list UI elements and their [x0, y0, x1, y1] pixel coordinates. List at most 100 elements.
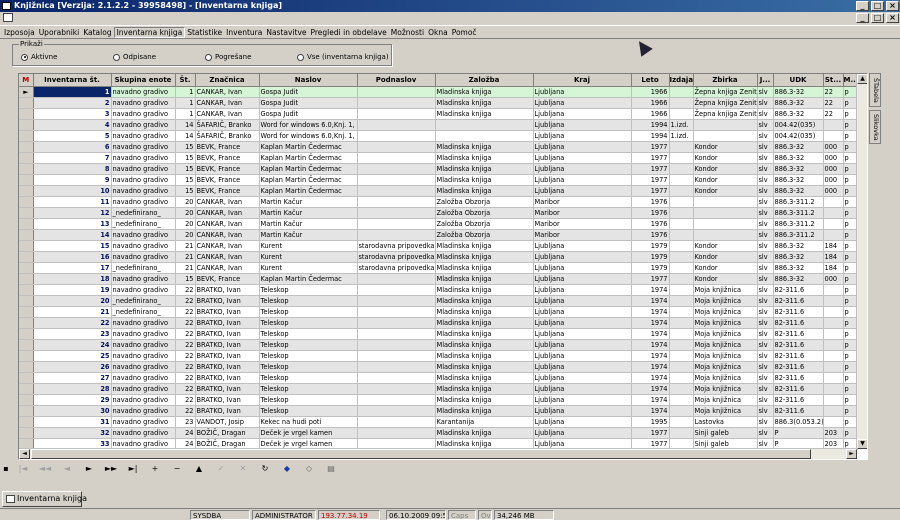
- table-cell[interactable]: BOŽIČ, Dragan: [195, 427, 260, 439]
- table-cell[interactable]: 000: [823, 152, 844, 164]
- table-cell[interactable]: BRATKO, Ivan: [195, 317, 260, 329]
- table-cell[interactable]: BEVK, France: [195, 273, 260, 285]
- table-cell[interactable]: CANKAR, Ivan: [195, 218, 260, 230]
- table-cell[interactable]: CANKAR, Ivan: [195, 86, 260, 98]
- table-cell[interactable]: Ljubljana: [533, 427, 632, 439]
- nav-button-5[interactable]: ►|: [122, 464, 144, 473]
- minimize-button[interactable]: _: [856, 1, 869, 11]
- table-cell[interactable]: 1974: [631, 306, 670, 318]
- table-cell[interactable]: Kaplan Martin Čedermac: [259, 163, 358, 175]
- table-cell[interactable]: 1977: [631, 152, 670, 164]
- row-indicator[interactable]: [19, 251, 34, 263]
- table-cell[interactable]: 22: [175, 372, 196, 384]
- table-cell[interactable]: 21: [175, 262, 196, 274]
- table-cell[interactable]: Moja knjižnica: [693, 295, 758, 307]
- table-cell[interactable]: navadno gradivo: [111, 97, 176, 109]
- table-cell[interactable]: p: [843, 405, 858, 417]
- table-cell[interactable]: [357, 86, 436, 98]
- table-cell[interactable]: [693, 229, 758, 241]
- table-cell[interactable]: Moja knjižnica: [693, 317, 758, 329]
- column-header[interactable]: Št.: [175, 74, 196, 87]
- table-cell[interactable]: Teleskop: [259, 284, 358, 296]
- table-cell[interactable]: slv: [757, 174, 774, 186]
- table-row[interactable]: 20 _nedefinirano_ 22 BRATKO, Ivan Teleskop Ml…: [19, 295, 858, 307]
- table-cell[interactable]: [669, 185, 694, 197]
- table-cell[interactable]: slv: [757, 317, 774, 329]
- nav-button-0[interactable]: |◄: [12, 464, 34, 473]
- table-cell[interactable]: 22: [175, 284, 196, 296]
- table-cell[interactable]: Ljubljana: [533, 317, 632, 329]
- table-cell[interactable]: [357, 218, 436, 230]
- table-cell[interactable]: p: [843, 229, 858, 241]
- table-cell[interactable]: BEVK, France: [195, 174, 260, 186]
- table-row[interactable]: 30 navadno gradivo 22 BRATKO, Ivan Teleskop M…: [19, 405, 858, 417]
- table-cell[interactable]: [823, 350, 844, 362]
- table-cell[interactable]: 4: [33, 119, 112, 131]
- table-cell[interactable]: 22: [175, 339, 196, 351]
- radio-odpisane[interactable]: Odpisane: [113, 53, 156, 61]
- table-cell[interactable]: BRATKO, Ivan: [195, 383, 260, 395]
- scroll-up-button[interactable]: ▲: [857, 74, 867, 84]
- table-cell[interactable]: p: [843, 372, 858, 384]
- table-cell[interactable]: Mladinska knjiga: [435, 284, 534, 296]
- table-row[interactable]: 13 _nedefinirano_ 20 CANKAR, Ivan Martin Kač…: [19, 218, 858, 230]
- table-cell[interactable]: BEVK, France: [195, 152, 260, 164]
- table-cell[interactable]: 886.3-311.2: [773, 207, 824, 219]
- menu-item-6[interactable]: Nastavitve: [264, 28, 308, 37]
- child-restore-button[interactable]: □: [871, 13, 884, 23]
- row-indicator[interactable]: [19, 262, 34, 274]
- table-cell[interactable]: p: [843, 251, 858, 263]
- table-cell[interactable]: 30: [33, 405, 112, 417]
- radio-aktivne[interactable]: Aktivne: [21, 53, 57, 61]
- table-cell[interactable]: Moja knjižnica: [693, 284, 758, 296]
- table-cell[interactable]: 82-311.6: [773, 284, 824, 296]
- table-cell[interactable]: BEVK, France: [195, 141, 260, 153]
- table-cell[interactable]: [823, 394, 844, 406]
- table-cell[interactable]: 13: [33, 218, 112, 230]
- table-cell[interactable]: navadno gradivo: [111, 383, 176, 395]
- table-cell[interactable]: 1: [33, 86, 112, 98]
- table-cell[interactable]: Založba Obzorja: [435, 196, 534, 208]
- table-cell[interactable]: [669, 218, 694, 230]
- table-cell[interactable]: p: [843, 119, 858, 131]
- table-cell[interactable]: 12: [33, 207, 112, 219]
- table-row[interactable]: 10 navadno gradivo 15 BEVK, France Kaplan Ma…: [19, 185, 858, 197]
- table-cell[interactable]: 31: [33, 416, 112, 428]
- table-cell[interactable]: 000: [823, 185, 844, 197]
- table-cell[interactable]: navadno gradivo: [111, 196, 176, 208]
- table-cell[interactable]: Martin Kačur: [259, 207, 358, 219]
- nav-button-3[interactable]: ►: [78, 464, 100, 473]
- table-cell[interactable]: BRATKO, Ivan: [195, 405, 260, 417]
- table-row[interactable]: 18 navadno gradivo 15 BEVK, France Kaplan Ma…: [19, 273, 858, 285]
- table-cell[interactable]: Mladinska knjiga: [435, 361, 534, 373]
- nav-button-8[interactable]: ▲: [188, 464, 210, 473]
- table-cell[interactable]: 22: [175, 306, 196, 318]
- table-cell[interactable]: Maribor: [533, 207, 632, 219]
- table-cell[interactable]: p: [843, 86, 858, 98]
- table-cell[interactable]: 1977: [631, 273, 670, 285]
- row-indicator[interactable]: [19, 196, 34, 208]
- table-cell[interactable]: navadno gradivo: [111, 229, 176, 241]
- table-cell[interactable]: 29: [33, 394, 112, 406]
- table-cell[interactable]: 886.3-311.2: [773, 218, 824, 230]
- table-row[interactable]: 28 navadno gradivo 22 BRATKO, Ivan Teleskop M…: [19, 383, 858, 395]
- table-cell[interactable]: [823, 405, 844, 417]
- table-cell[interactable]: slv: [757, 383, 774, 395]
- table-cell[interactable]: [435, 119, 534, 131]
- nav-button-1[interactable]: ◄◄: [34, 464, 56, 473]
- table-cell[interactable]: Ljubljana: [533, 174, 632, 186]
- row-indicator[interactable]: [19, 108, 34, 120]
- menu-item-3[interactable]: Inventarna knjiga: [113, 26, 186, 38]
- table-cell[interactable]: [357, 163, 436, 175]
- table-cell[interactable]: starodavna pripovedka: [357, 240, 436, 252]
- table-cell[interactable]: Teleskop: [259, 372, 358, 384]
- table-cell[interactable]: 82-311.6: [773, 295, 824, 307]
- row-indicator[interactable]: [19, 328, 34, 340]
- table-cell[interactable]: 1979: [631, 240, 670, 252]
- column-header[interactable]: Značnica: [195, 74, 260, 87]
- table-cell[interactable]: [669, 141, 694, 153]
- row-indicator[interactable]: [19, 163, 34, 175]
- table-cell[interactable]: Ljubljana: [533, 284, 632, 296]
- radio-dot[interactable]: [21, 53, 28, 61]
- table-cell[interactable]: [823, 207, 844, 219]
